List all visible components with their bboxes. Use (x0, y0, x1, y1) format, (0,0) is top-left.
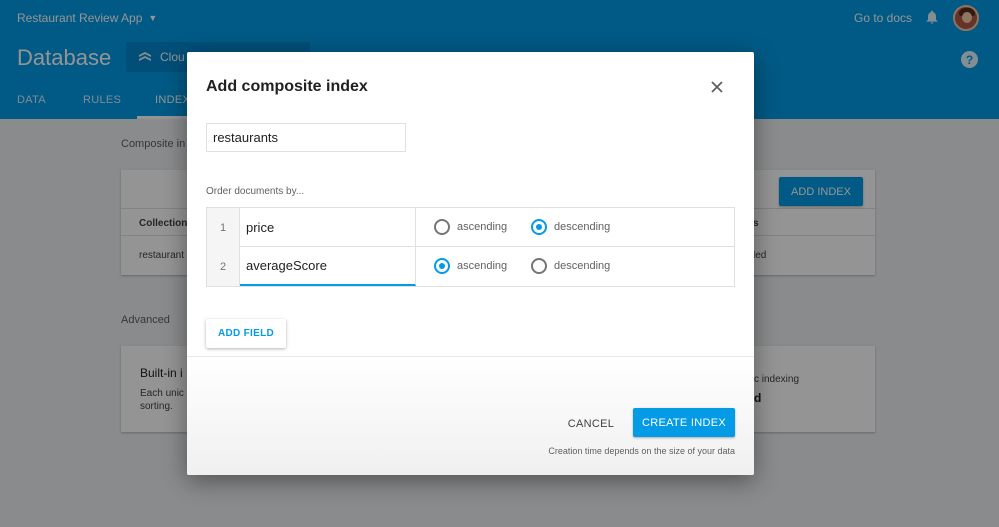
ascending-radio[interactable]: ascending (434, 258, 507, 274)
ascending-label: ascending (457, 221, 508, 233)
row-number: 2 (207, 247, 240, 286)
field-row: 2 ascending descending (207, 247, 734, 286)
dialog-title: Add composite index (206, 78, 368, 95)
collection-input[interactable] (206, 123, 406, 152)
create-index-button[interactable]: CREATE INDEX (633, 408, 735, 437)
radio-checked-icon (434, 258, 450, 274)
descending-radio[interactable]: descending (531, 219, 610, 235)
dialog-footer: CANCEL CREATE INDEX Creation time depend… (187, 356, 754, 475)
field-path-input[interactable] (240, 208, 416, 247)
field-table: 1 ascending descending 2 ascending desce… (206, 207, 735, 287)
add-composite-index-dialog: Add composite index Order documents by..… (187, 52, 754, 475)
descending-label: descending (554, 260, 611, 272)
radio-unchecked-icon (434, 219, 450, 235)
close-icon[interactable] (709, 79, 725, 95)
add-field-button[interactable]: ADD FIELD (206, 319, 286, 348)
order-label: Order documents by... (206, 186, 305, 197)
radio-unchecked-icon (531, 258, 547, 274)
descending-label: descending (554, 221, 611, 233)
cancel-button[interactable]: CANCEL (559, 411, 623, 437)
ascending-radio[interactable]: ascending (434, 219, 507, 235)
radio-checked-icon (531, 219, 547, 235)
descending-radio[interactable]: descending (531, 258, 610, 274)
ascending-label: ascending (457, 260, 508, 272)
field-row: 1 ascending descending (207, 208, 734, 247)
row-number: 1 (207, 208, 240, 247)
field-path-input[interactable] (240, 247, 416, 286)
creation-time-note: Creation time depends on the size of you… (548, 446, 735, 456)
